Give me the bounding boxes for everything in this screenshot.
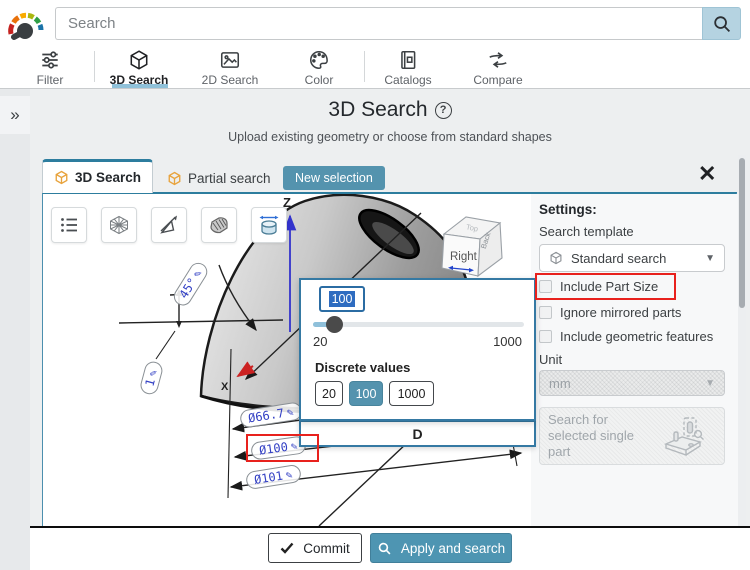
discrete-values-label: Discrete values [315,360,410,375]
nav-item-filter[interactable]: Filter [8,47,92,87]
apply-and-search-button[interactable]: Apply and search [370,533,512,563]
nav-item-3d-search[interactable]: 3D Search [97,47,181,87]
measure-button[interactable] [151,207,187,243]
search-template-select[interactable]: Standard search ▼ [539,244,725,272]
pencil-icon: ✎ [146,368,160,378]
measure-icon [158,214,180,236]
cube-icon [97,49,181,72]
mesh-view-button[interactable] [101,207,137,243]
single-part-icon [662,414,706,458]
tab-partial-search[interactable]: Partial search [167,164,271,192]
3d-search-app: Filter 3D Search 2D Search [0,0,750,570]
unit-select: mm ▼ [539,370,725,396]
slider-min-label: 20 [313,334,327,349]
nav-item-color[interactable]: Color [277,47,361,87]
compare-arrows-icon [456,49,540,72]
image-icon [188,49,272,72]
checkbox-geometric-features[interactable]: Include geometric features [539,329,713,344]
settings-panel: Settings: Search template Standard searc… [531,194,738,526]
page-title: 3D Search [328,98,427,122]
cube-icon [167,171,182,186]
search-button[interactable] [702,7,741,40]
cube-icon [549,251,563,265]
tab-label: Partial search [188,171,271,186]
part-size-button[interactable] [251,207,287,243]
popup-body: 100 20 1000 Discrete values 20 100 1000 [299,278,536,421]
vertical-scrollbar[interactable] [738,155,746,526]
page-subtitle: Upload existing geometry or choose from … [30,130,750,144]
value-input-text: 100 [329,291,356,307]
nav-label: Filter [8,73,92,87]
discrete-option-20[interactable]: 20 [315,381,343,406]
pencil-icon: ✎ [290,439,298,453]
settings-title: Settings: [539,202,597,217]
checkmark-icon [280,542,294,554]
search-icon [377,541,392,556]
dimension-editor-popup: 100 20 1000 Discrete values 20 100 1000 … [299,278,536,447]
svg-text:X: X [221,381,229,393]
discrete-option-100[interactable]: 100 [349,381,383,406]
checkbox-include-part-size[interactable]: Include Part Size [539,279,658,294]
mesh-icon [108,214,130,236]
nav-label: Color [277,73,361,87]
nav-label: Catalogs [366,73,450,87]
expand-sidebar-button[interactable]: » [0,96,30,134]
unit-label: Unit [539,352,562,367]
nav-label: Compare [456,73,540,87]
chevron-down-icon: ▼ [705,253,715,264]
nav-divider [364,51,365,82]
pencil-icon: ✎ [285,468,294,482]
close-icon[interactable]: ✕ [698,161,716,187]
footer-bar: Commit Apply and search [30,528,750,570]
book-icon [366,49,450,72]
3d-search-panel: X Z [42,192,737,526]
discrete-option-1000[interactable]: 1000 [389,381,434,406]
search-template-label: Search template [539,224,634,239]
active-tab-underline [112,84,168,88]
search-icon [712,14,732,34]
palette-icon [277,49,361,72]
tab-label: 3D Search [75,170,141,185]
size-cylinder-icon [257,213,281,237]
search-input[interactable] [55,7,702,40]
help-icon[interactable]: ? [435,102,452,119]
nav-label: 2D Search [188,73,272,87]
checkbox-box[interactable] [539,330,552,343]
new-selection-button[interactable]: New selection [283,166,385,190]
search-single-part-button[interactable]: Search for selected single part [539,407,725,465]
tab-3d-search[interactable]: 3D Search [42,159,153,193]
collapsed-sidebar: » [0,89,30,570]
slider-handle[interactable] [326,316,343,333]
list-view-button[interactable] [51,207,87,243]
main-nav: Filter 3D Search 2D Search [0,45,750,89]
commit-button[interactable]: Commit [268,533,362,563]
viewcube-front-label: Right [450,251,478,263]
value-input[interactable]: 100 [319,286,365,312]
page-title-row: 3D Search ? [30,98,750,122]
filter-sliders-icon [8,49,92,72]
checkbox-box[interactable] [539,280,552,293]
list-icon [58,214,80,236]
nav-item-compare[interactable]: Compare [456,47,540,87]
checkbox-box[interactable] [539,306,552,319]
search-template-value: Standard search [571,251,666,266]
main-area: » 3D Search ? Upload existing geometry o… [0,89,750,570]
nav-divider [94,51,95,82]
parameter-name-bar: D [299,420,536,447]
gauge-logo-icon [6,8,46,42]
chevron-down-icon: ▼ [705,378,715,389]
solid-view-button[interactable] [201,207,237,243]
pencil-icon: ✎ [286,405,295,419]
hatched-solid-icon [208,214,230,236]
checkbox-ignore-mirrored[interactable]: Ignore mirrored parts [539,305,681,320]
nav-item-catalogs[interactable]: Catalogs [366,47,450,87]
cube-icon [54,170,69,185]
top-bar [0,0,750,45]
slider-max-label: 1000 [493,334,522,349]
unit-value: mm [549,376,571,391]
slider-track[interactable] [313,322,524,327]
scrollbar-thumb[interactable] [739,158,745,308]
nav-item-2d-search[interactable]: 2D Search [188,47,272,87]
